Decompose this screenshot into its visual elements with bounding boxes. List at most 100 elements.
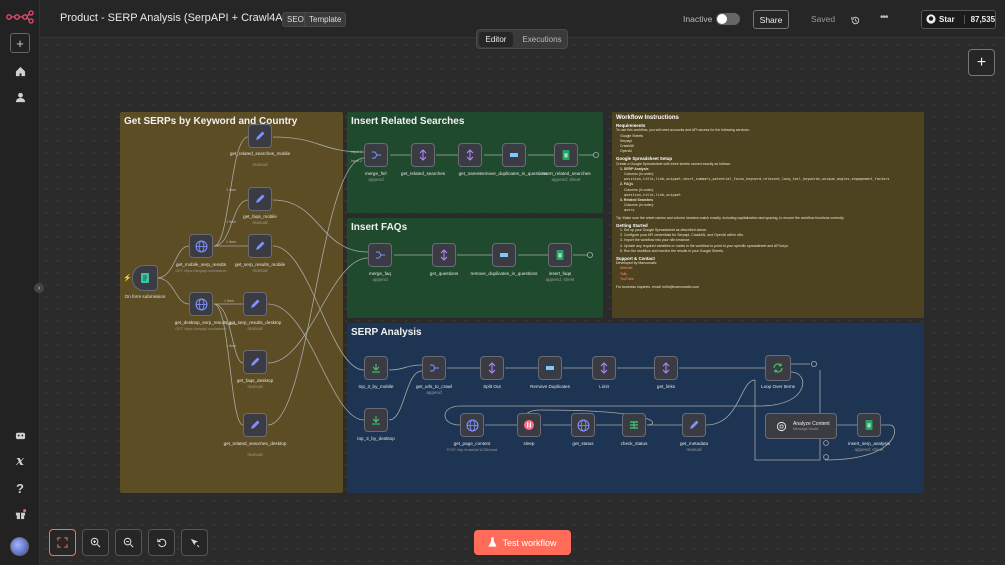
zoom-in-button[interactable] (82, 529, 109, 556)
split-node[interactable] (432, 243, 456, 267)
if-node[interactable] (622, 413, 646, 437)
sheets-icon (865, 420, 873, 430)
zoom-out-button[interactable] (115, 529, 142, 556)
dedupe-icon (500, 253, 508, 257)
filter-node[interactable] (364, 408, 388, 432)
add-node-button[interactable]: + (968, 49, 995, 76)
github-icon (926, 13, 936, 26)
merge-node[interactable] (368, 243, 392, 267)
more-options-icon[interactable]: ••• (880, 12, 888, 23)
sticky-faqs[interactable]: Insert FAQs (347, 218, 603, 318)
pencil-icon (251, 299, 260, 308)
node-subtitle: append: sheet (545, 277, 575, 282)
set-node[interactable] (243, 292, 267, 316)
templates-icon[interactable] (10, 425, 30, 445)
loop-node[interactable] (765, 355, 791, 381)
pause-icon (524, 420, 534, 430)
node-subtitle: manual (686, 447, 702, 452)
node-label: On form submission (124, 294, 166, 299)
zoom-in-icon (90, 537, 101, 548)
http-request-node[interactable] (571, 413, 595, 437)
set-node[interactable] (682, 413, 706, 437)
wait-node[interactable] (517, 413, 541, 437)
variables-icon[interactable]: x (10, 451, 30, 471)
node-subtitle: append: sheet (854, 447, 884, 452)
node-label: get_related_searches_mobile (229, 151, 291, 156)
node-subtitle: append: sheet (551, 177, 581, 182)
share-button[interactable]: Share (753, 10, 789, 29)
http-request-node[interactable] (189, 234, 213, 258)
help-icon[interactable]: ? (10, 478, 30, 498)
split-node[interactable] (654, 356, 678, 380)
collapse-sidebar-icon[interactable]: › (34, 283, 44, 293)
split-node[interactable] (411, 143, 435, 167)
google-sheets-node[interactable] (857, 413, 881, 437)
sticky-title: SERP Analysis (351, 327, 422, 338)
home-icon[interactable] (10, 61, 30, 81)
node-subtitle: append (426, 390, 442, 395)
http-request-node[interactable] (189, 292, 213, 316)
remove-duplicates-node[interactable] (538, 356, 562, 380)
left-sidebar: + x ? (0, 0, 40, 565)
openai-icon (776, 421, 787, 431)
sticky-workflow-instructions[interactable]: Workflow Instructions Requirements To us… (612, 112, 924, 318)
node-subtitle: manual (252, 220, 268, 225)
filter-node[interactable] (364, 356, 388, 380)
avatar[interactable] (10, 537, 29, 556)
pencil-icon (256, 131, 265, 140)
tip-text: Tip: Make sure the sheet names and colum… (616, 215, 845, 220)
split-out-node[interactable] (480, 356, 504, 380)
split-node[interactable] (458, 143, 482, 167)
node-subtitle: manual (252, 268, 268, 273)
merge-icon (430, 364, 439, 372)
node-subtitle: manual (252, 162, 268, 167)
step: 5. Run the workflow and monitor the resu… (620, 248, 724, 253)
node-subtitle: manual (247, 326, 263, 331)
branch-icon (630, 421, 638, 429)
sticky-serp-analysis[interactable]: SERP Analysis (347, 323, 924, 493)
set-node[interactable] (248, 234, 272, 258)
add-icon[interactable]: + (10, 33, 30, 53)
google-sheets-node[interactable] (554, 143, 578, 167)
openai-node[interactable]: Analyze Content Message Model (765, 413, 837, 439)
sheets-icon (562, 150, 570, 160)
http-request-node[interactable] (460, 413, 484, 437)
tab-executions[interactable]: Executions (517, 32, 567, 47)
google-sheets-node[interactable] (548, 243, 572, 267)
limit-node[interactable] (592, 356, 616, 380)
user-icon[interactable] (10, 87, 30, 107)
merge-node[interactable] (422, 356, 446, 380)
set-node[interactable] (243, 350, 267, 374)
active-toggle[interactable] (716, 13, 740, 25)
remove-duplicates-node[interactable] (492, 243, 516, 267)
pencil-icon (256, 194, 265, 203)
set-node[interactable] (248, 187, 272, 211)
n8n-logo-icon[interactable] (6, 10, 34, 24)
set-node[interactable] (248, 124, 272, 148)
connection-label: 1 item (226, 240, 237, 244)
pencil-icon (256, 241, 265, 250)
fit-view-button[interactable] (49, 529, 76, 556)
pencil-icon (690, 420, 699, 429)
req-item: OpenAI (620, 149, 632, 154)
test-workflow-button[interactable]: Test workflow (474, 530, 571, 555)
node-subtitle: append (368, 177, 384, 182)
tidy-up-button[interactable] (181, 529, 208, 556)
merge-node[interactable] (364, 143, 388, 167)
trigger-bolt-icon: ⚡ (123, 275, 132, 282)
tab-editor[interactable]: Editor (479, 32, 513, 47)
form-icon (141, 273, 149, 283)
form-trigger-node[interactable] (132, 265, 158, 291)
gift-icon[interactable] (10, 504, 30, 524)
history-icon[interactable] (850, 13, 861, 31)
tag-template[interactable]: Template (304, 12, 347, 27)
set-node[interactable] (243, 413, 267, 437)
youtube-link[interactable]: YouTube (616, 277, 920, 282)
remove-duplicates-node[interactable] (502, 143, 526, 167)
dedupe-icon (510, 153, 518, 157)
sticky-title: Insert Related Searches (351, 116, 465, 127)
reset-zoom-button[interactable] (148, 529, 175, 556)
workflow-title[interactable]: Product - SERP Analysis (SerpAPI + Crawl… (60, 12, 289, 24)
github-star-button[interactable]: Star 87,535 (921, 10, 996, 29)
connection-label: 1 item (226, 188, 237, 192)
